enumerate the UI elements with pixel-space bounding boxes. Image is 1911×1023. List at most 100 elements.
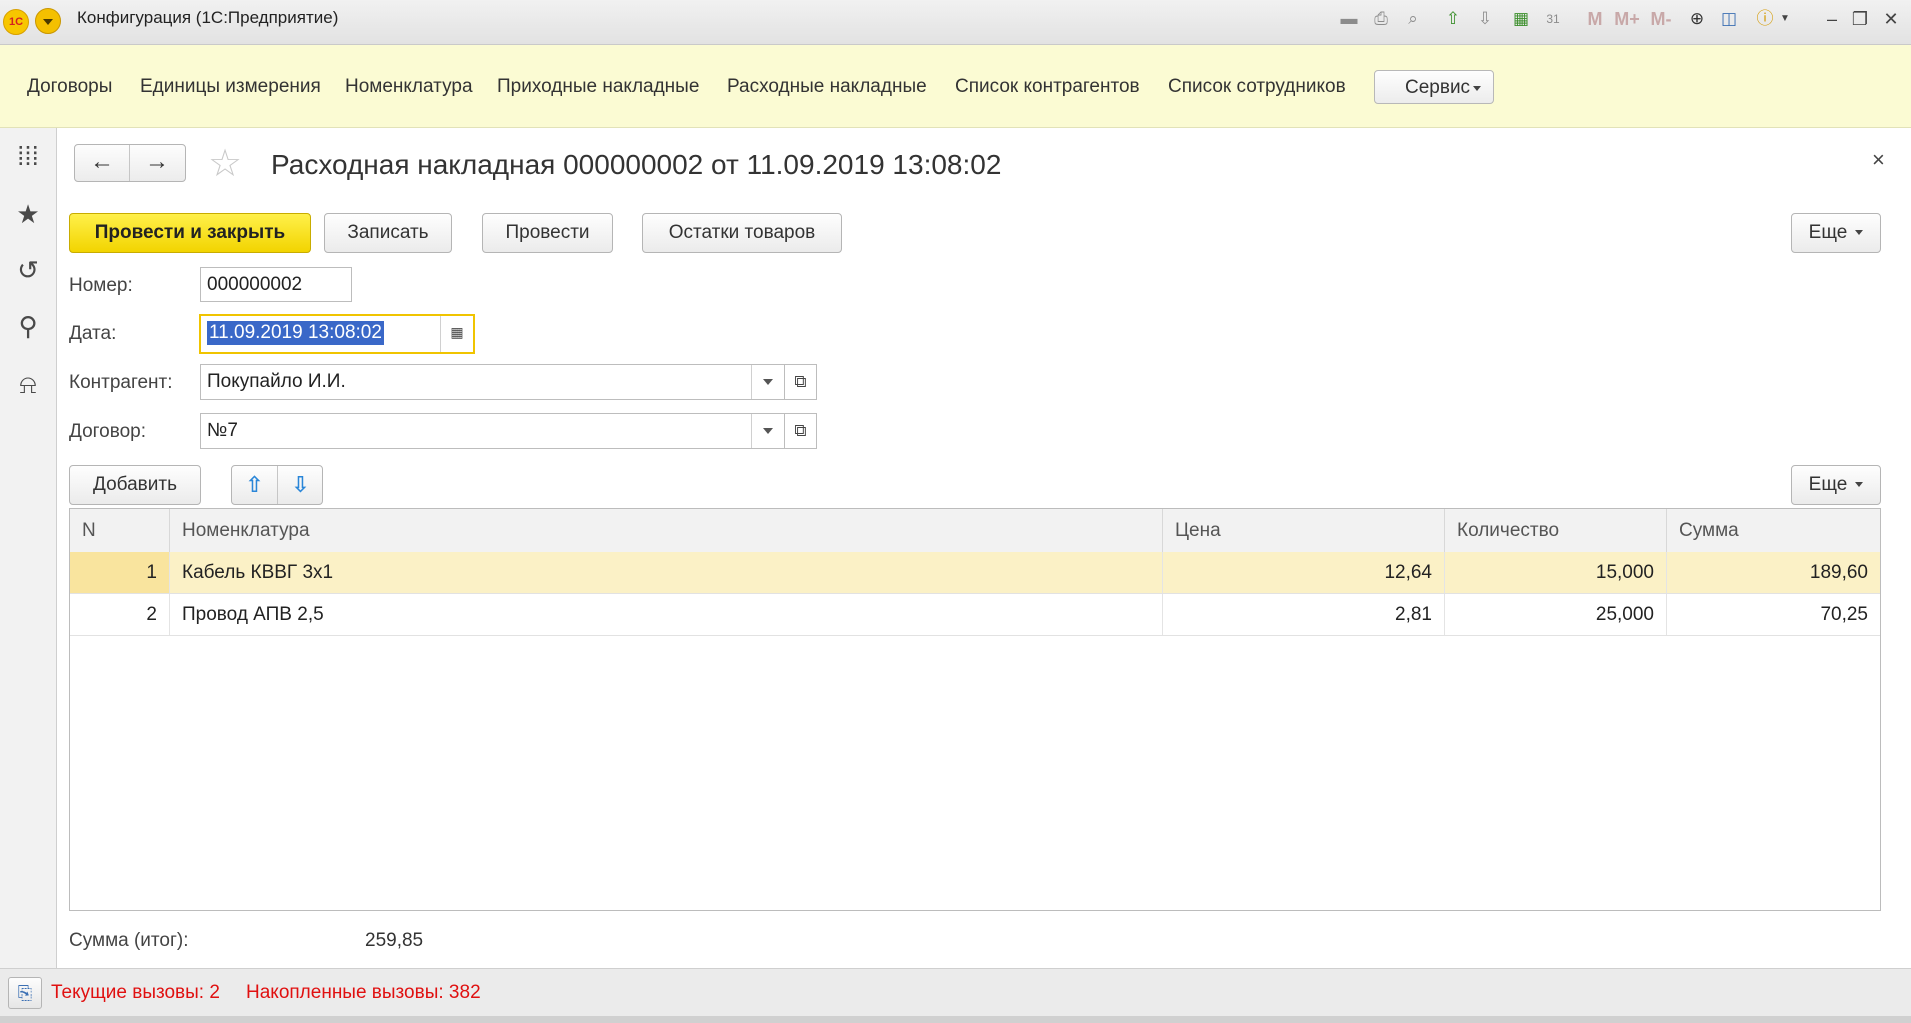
counterparty-value: Покупайло И.И. [207,371,346,392]
cell-nomenclature[interactable]: Провод АПВ 2,5 [170,594,1163,635]
chevron-down-icon [1473,86,1481,91]
stock-balances-button[interactable]: Остатки товаров [642,213,842,253]
section-counterparties[interactable]: Список контрагентов [955,75,1140,99]
total-label: Сумма (итог): [69,930,189,951]
form-close-icon[interactable]: × [1872,146,1885,174]
cell-n[interactable]: 1 [70,552,170,593]
more-label: Еще [1808,222,1848,243]
print-icon[interactable]: ⎙ [1370,8,1392,30]
notifications-bell-icon[interactable]: ⍾ [12,368,44,400]
service-label: Сервис [1405,77,1471,98]
contract-label: Договор: [69,421,147,442]
section-units[interactable]: Единицы измерения [140,75,321,99]
date-label: Дата: [69,323,117,344]
number-field[interactable]: 000000002 [200,267,352,302]
chevron-down-icon [1855,482,1864,488]
window-close-icon[interactable]: ✕ [1878,8,1904,30]
download-icon[interactable]: ⇩ [1474,8,1496,30]
restore-icon[interactable]: ❐ [1847,8,1873,30]
section-outgoing-invoices[interactable]: Расходные накладные [727,75,927,99]
info-dropdown-icon[interactable]: ▼ [1774,8,1796,30]
post-button[interactable]: Провести [482,213,613,253]
app-logo-icon: 1С [3,9,29,35]
contract-open-icon[interactable]: ⧉ [785,413,817,449]
save-button[interactable]: Записать [324,213,452,253]
counterparty-field[interactable]: Покупайло И.И. [200,364,785,400]
contract-value: №7 [207,420,238,441]
favorites-star-icon[interactable]: ★ [12,198,44,230]
cell-quantity[interactable]: 25,000 [1445,594,1667,635]
navigation-buttons: ← → [74,144,186,182]
cell-price[interactable]: 2,81 [1163,594,1445,635]
table-row[interactable]: 2 Провод АПВ 2,5 2,81 25,000 70,25 [70,594,1880,636]
chevron-down-icon [1855,230,1864,236]
left-panel: ⁞⁞⁞ ★ ↺ ⚲ ⍾ [0,128,57,968]
cell-sum[interactable]: 70,25 [1667,594,1880,635]
info-icon[interactable]: ⓘ [1754,8,1776,30]
panels-icon[interactable]: ◫ [1718,8,1740,30]
table-row[interactable]: 1 Кабель КВВГ 3x1 12,64 15,000 189,60 [70,552,1880,594]
cell-price[interactable]: 12,64 [1163,552,1445,593]
column-header-quantity[interactable]: Количество [1445,509,1667,552]
cell-nomenclature[interactable]: Кабель КВВГ 3x1 [170,552,1163,593]
history-icon[interactable]: ↺ [12,254,44,286]
counterparty-dropdown-icon[interactable] [751,365,784,399]
section-nomenclature[interactable]: Номенклатура [345,75,473,99]
memory-m-minus-icon[interactable]: M- [1646,8,1676,30]
back-arrow-icon[interactable]: ← [75,145,130,181]
section-contracts[interactable]: Договоры [27,75,112,99]
column-header-sum[interactable]: Сумма [1667,509,1880,552]
table-more-label: Еще [1808,474,1848,495]
minimize-icon[interactable]: – [1819,8,1845,30]
memory-m-plus-icon[interactable]: M+ [1612,8,1642,30]
calendar-icon[interactable]: ▦ [440,316,473,352]
service-menu-button[interactable]: Сервис [1374,70,1494,104]
column-header-price[interactable]: Цена [1163,509,1445,552]
post-and-close-button[interactable]: Провести и закрыть [69,213,311,253]
memory-m-icon[interactable]: M [1584,8,1606,30]
zoom-icon[interactable]: ⊕ [1686,8,1708,30]
cell-n[interactable]: 2 [70,594,170,635]
calendar-icon[interactable]: 31 [1542,8,1564,30]
table-more-button[interactable]: Еще [1791,465,1881,505]
move-down-arrow-icon[interactable]: ⇩ [278,466,323,504]
apps-grid-icon[interactable]: ⁞⁞⁞ [12,140,44,172]
calculator-icon[interactable]: ▦ [1510,8,1532,30]
column-header-n[interactable]: N [70,509,170,552]
current-calls-text: Текущие вызовы: 2 [51,982,220,1003]
bottom-strip [0,1016,1911,1023]
table-header: N Номенклатура Цена Количество Сумма [70,509,1880,553]
window-title: Конфигурация (1С:Предприятие) [77,8,339,27]
move-up-arrow-icon[interactable]: ⇧ [232,466,278,504]
date-value: 11.09.2019 13:08:02 [207,321,384,345]
counterparty-open-icon[interactable]: ⧉ [785,364,817,400]
section-incoming-invoices[interactable]: Приходные накладные [497,75,699,99]
status-bar: ⎘ Текущие вызовы: 2 Накопленные вызовы: … [0,968,1911,1017]
cell-sum[interactable]: 189,60 [1667,552,1880,593]
save-icon[interactable]: ▬ [1338,8,1360,30]
section-employees[interactable]: Список сотрудников [1168,75,1346,99]
number-label: Номер: [69,275,133,296]
title-bar: 1С Конфигурация (1С:Предприятие) ▬ ⎙ ⌕ ⇧… [0,0,1911,45]
upload-icon[interactable]: ⇧ [1442,8,1464,30]
forward-arrow-icon[interactable]: → [130,145,184,181]
server-calls-icon[interactable]: ⎘ [8,977,42,1009]
add-row-button[interactable]: Добавить [69,465,201,505]
column-header-nomenclature[interactable]: Номенклатура [170,509,1163,552]
date-field[interactable]: 11.09.2019 13:08:02 ▦ [199,314,475,354]
form-title: Расходная накладная 000000002 от 11.09.2… [271,149,1002,180]
move-buttons: ⇧ ⇩ [231,465,323,505]
total-value: 259,85 [365,930,424,951]
contract-field[interactable]: №7 [200,413,785,449]
cell-quantity[interactable]: 15,000 [1445,552,1667,593]
sections-panel: Договоры Единицы измерения Номенклатура … [0,45,1911,128]
more-actions-button[interactable]: Еще [1791,213,1881,253]
contract-dropdown-icon[interactable] [751,414,784,448]
preview-icon[interactable]: ⌕ [1402,8,1424,30]
search-icon[interactable]: ⚲ [12,310,44,342]
goods-table[interactable]: N Номенклатура Цена Количество Сумма 1 К… [69,508,1881,911]
add-to-favorites-star-icon[interactable]: ☆ [208,144,242,184]
main-menu-button[interactable] [35,8,61,34]
accumulated-calls-text: Накопленные вызовы: 382 [246,982,481,1003]
counterparty-label: Контрагент: [69,372,173,393]
